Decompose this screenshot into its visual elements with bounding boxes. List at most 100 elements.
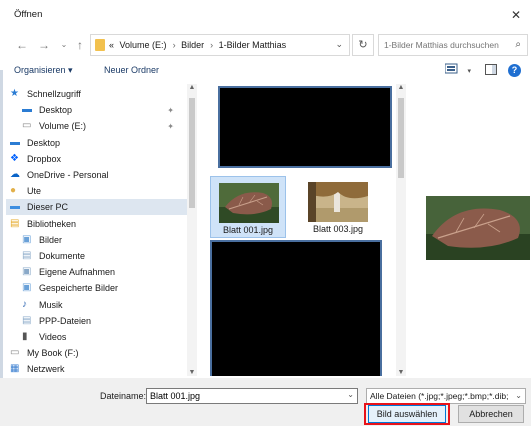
sidebar-item-label: Dieser PC bbox=[27, 202, 69, 213]
sidebar-item[interactable]: ♪ Musik bbox=[6, 297, 63, 313]
chevron-down-icon[interactable]: ⌄ bbox=[347, 390, 354, 399]
sidebar-item-label: Musik bbox=[39, 299, 63, 310]
select-image-button[interactable]: Bild auswählen bbox=[368, 405, 446, 423]
sidebar-item-label: Eigene Aufnahmen bbox=[39, 267, 116, 278]
breadcrumb: « Volume (E:) › Bilder › 1-Bilder Matthias bbox=[109, 40, 289, 50]
recordings-icon: ▣ bbox=[22, 266, 32, 278]
address-bar[interactable]: « Volume (E:) › Bilder › 1-Bilder Matthias… bbox=[90, 34, 350, 56]
music-icon: ♪ bbox=[22, 298, 27, 310]
address-row: ← → ⌄ ↑ « Volume (E:) › Bilder › 1-Bilder … bbox=[0, 32, 531, 58]
sidebar-item[interactable]: ▬ Dieser PC bbox=[6, 199, 188, 216]
sidebar-item[interactable]: ❖ Dropbox bbox=[6, 151, 61, 167]
sidebar-item[interactable]: ★ Schnellzugriff bbox=[6, 86, 81, 102]
sidebar-item[interactable]: ▣ Gespeicherte Bilder bbox=[6, 280, 118, 296]
up-arrow-icon[interactable]: ↑ bbox=[72, 36, 88, 54]
filename-field[interactable]: ⌄ bbox=[146, 388, 358, 404]
scroll-up-icon[interactable]: ▲ bbox=[187, 84, 197, 91]
scrollbar-thumb[interactable] bbox=[189, 98, 195, 208]
file-name: Blatt 003.jpg bbox=[312, 224, 364, 234]
view-options-icon[interactable] bbox=[444, 63, 459, 77]
search-icon[interactable]: ⌕ bbox=[515, 39, 521, 50]
pictures-icon: ▣ bbox=[22, 233, 32, 245]
address-dropdown-icon[interactable]: ⌄ bbox=[335, 39, 343, 50]
desktop-icon: ▬ bbox=[22, 104, 32, 116]
desktop-icon: ▬ bbox=[10, 136, 20, 148]
filename-input[interactable] bbox=[147, 389, 337, 403]
breadcrumb-volume-e[interactable]: Volume (E:) bbox=[120, 40, 167, 50]
file-item-blatt-001[interactable]: Blatt 001.jpg bbox=[210, 176, 286, 238]
dialog-footer: Dateiname: ⌄ Alle Dateien (*.jpg;*.jpeg;… bbox=[0, 378, 531, 426]
sidebar-item-label: Dropbox bbox=[27, 153, 62, 164]
image-thumbnail[interactable] bbox=[210, 240, 382, 376]
pin-icon: ✦ bbox=[167, 121, 174, 131]
leaf-image bbox=[219, 183, 279, 223]
sidebar-item[interactable]: ● Ute bbox=[6, 183, 41, 199]
sidebar-item[interactable]: ▤ PPP-Dateien bbox=[6, 313, 91, 329]
sidebar-item[interactable]: ▬ Desktop ✦ bbox=[6, 102, 188, 118]
sidebar-item[interactable]: ▦ Netzwerk bbox=[6, 361, 65, 376]
sidebar-item-label: Desktop bbox=[39, 105, 73, 116]
onedrive-icon: ☁ bbox=[10, 169, 20, 180]
cancel-button[interactable]: Abbrechen bbox=[458, 405, 524, 423]
scroll-down-icon[interactable]: ▼ bbox=[187, 369, 197, 376]
sidebar-item[interactable]: ☁ OneDrive - Personal bbox=[6, 167, 109, 183]
sidebar-item-label: Desktop bbox=[27, 137, 61, 148]
breadcrumb-overflow[interactable]: « bbox=[109, 40, 114, 50]
navigation-pane: ★ Schnellzugriff ▬ Desktop ✦ ▭ Volume (E:) ✦ ▬ De… bbox=[6, 84, 196, 376]
sidebar-item[interactable]: ▭ Volume (E:) ✦ bbox=[6, 118, 188, 134]
filename-label: Dateiname: bbox=[100, 391, 147, 401]
sidebar-item[interactable]: ▤ Dokumente bbox=[6, 248, 85, 264]
sidebar-item-label: Schnellzugriff bbox=[27, 89, 81, 99]
recent-locations-chevron-icon[interactable]: ⌄ bbox=[56, 36, 72, 54]
close-icon[interactable]: ✕ bbox=[507, 6, 525, 24]
library-icon: ▤ bbox=[10, 217, 20, 229]
sidebar-item[interactable]: ▬ Desktop bbox=[6, 135, 60, 151]
star-icon: ★ bbox=[10, 88, 19, 99]
image-thumbnail[interactable] bbox=[218, 86, 392, 168]
chevron-right-icon: › bbox=[210, 40, 214, 50]
forward-arrow-icon[interactable]: → bbox=[36, 36, 52, 54]
sidebar-item-label: PPP-Dateien bbox=[39, 315, 92, 326]
network-icon: ▦ bbox=[10, 363, 20, 375]
scrollbar-thumb[interactable] bbox=[398, 98, 404, 178]
refresh-icon[interactable]: ↻ bbox=[352, 34, 374, 56]
preview-pane-icon[interactable] bbox=[485, 64, 497, 78]
help-icon[interactable]: ? bbox=[508, 64, 521, 77]
folder-icon bbox=[95, 39, 105, 51]
file-type-value: Alle Dateien (*.jpg;*.jpeg;*.bmp;*.dib; bbox=[370, 391, 509, 401]
sidebar-item[interactable]: ▣ Bilder bbox=[6, 232, 62, 248]
sidebar-item-label: Bilder bbox=[39, 234, 63, 245]
sidebar-item-label: My Book (F:) bbox=[27, 348, 79, 359]
scroll-down-icon[interactable]: ▼ bbox=[396, 369, 406, 376]
sidebar-item[interactable]: ▭ My Book (F:) bbox=[6, 345, 79, 361]
breadcrumb-bilder[interactable]: Bilder bbox=[181, 40, 204, 50]
navigation-scrollbar[interactable]: ▲ ▼ bbox=[187, 84, 197, 376]
breadcrumb-1-bilder-matthias[interactable]: 1-Bilder Matthias bbox=[219, 40, 287, 50]
file-list-scrollbar[interactable]: ▲ ▼ bbox=[396, 84, 406, 376]
sidebar-item-label: Gespeicherte Bilder bbox=[39, 283, 119, 294]
sidebar-item-label: Netzwerk bbox=[27, 364, 65, 375]
back-arrow-icon[interactable]: ← bbox=[14, 36, 30, 54]
chevron-down-icon[interactable]: ⌄ bbox=[515, 389, 522, 403]
command-toolbar: Organisieren ▾ Neuer Ordner ▾ ? bbox=[0, 61, 531, 83]
file-item-blatt-003[interactable]: Blatt 003.jpg bbox=[300, 176, 376, 238]
scroll-up-icon[interactable]: ▲ bbox=[396, 84, 406, 91]
sidebar-item-label: Volume (E:) bbox=[39, 121, 87, 132]
sidebar-item-label: Bibliotheken bbox=[27, 218, 77, 229]
videos-icon: ▮ bbox=[22, 331, 28, 342]
search-input[interactable] bbox=[379, 35, 507, 55]
sidebar-item[interactable]: ▤ Bibliotheken bbox=[6, 216, 76, 232]
title-bar: Öffnen ✕ bbox=[0, 0, 531, 30]
sidebar-item-label: Videos bbox=[39, 332, 67, 342]
organize-button[interactable]: Organisieren ▾ bbox=[14, 65, 73, 76]
drive-icon: ▭ bbox=[22, 120, 32, 132]
view-dropdown-icon[interactable]: ▾ bbox=[467, 67, 471, 75]
file-list: Blatt 001.jpg Blatt 003.jpg bbox=[200, 84, 396, 376]
sidebar-item[interactable]: ▣ Eigene Aufnahmen bbox=[6, 264, 115, 280]
sidebar-item[interactable]: ▮ Videos bbox=[6, 329, 66, 345]
window-title: Öffnen bbox=[14, 9, 43, 20]
search-box[interactable]: ⌕ bbox=[378, 34, 528, 56]
file-type-select[interactable]: Alle Dateien (*.jpg;*.jpeg;*.bmp;*.dib; … bbox=[366, 388, 526, 404]
new-folder-button[interactable]: Neuer Ordner bbox=[104, 65, 159, 75]
documents-icon: ▤ bbox=[22, 314, 32, 326]
